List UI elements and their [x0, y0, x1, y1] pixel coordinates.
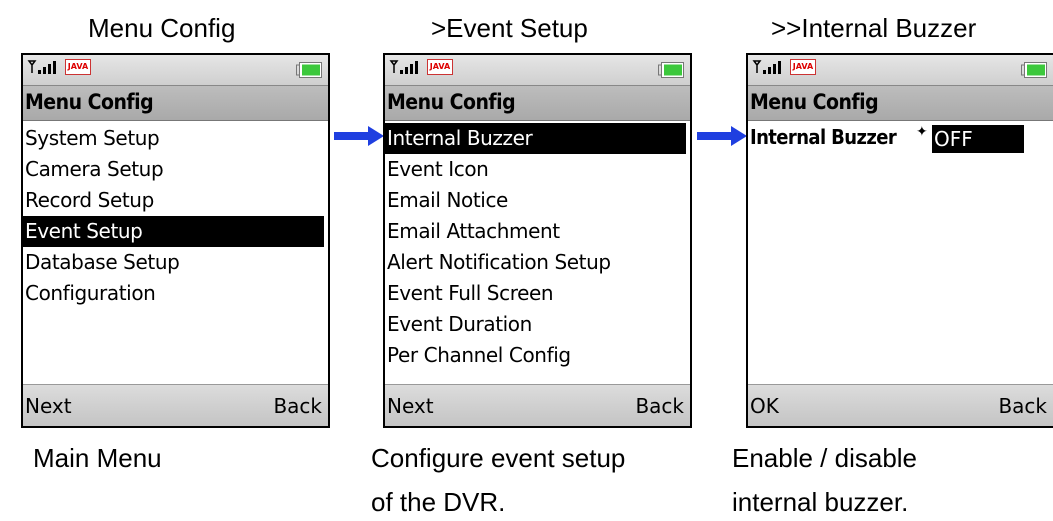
title-bar: Menu Config: [385, 85, 690, 121]
softkey-bar: OK Back: [748, 384, 1053, 426]
screen-2-description-line-1: Configure event setup: [371, 443, 626, 473]
title-bar: Menu Config: [23, 85, 328, 121]
screen-1-caption: Menu Config: [88, 13, 236, 43]
screen-title: Menu Config: [750, 90, 879, 114]
screen-2-description-line-2: of the DVR.: [371, 487, 506, 517]
next-softkey[interactable]: Next: [387, 394, 434, 418]
battery-icon: [658, 62, 684, 78]
java-icon: JAVA: [427, 59, 453, 75]
signal-icon: [27, 60, 56, 74]
arrow-right-icon: [334, 126, 384, 146]
menu-item-email-notice[interactable]: Email Notice: [385, 185, 690, 216]
arrow-right-icon: [697, 126, 747, 146]
menu-item-per-channel-config[interactable]: Per Channel Config: [385, 340, 690, 371]
phone-screen-3: JAVA Menu Config Internal Buzzer ✦ OFF O…: [746, 53, 1053, 428]
menu-item-system-setup[interactable]: System Setup: [23, 123, 328, 154]
back-softkey[interactable]: Back: [273, 394, 322, 418]
phone-screen-2: JAVA Menu Config Internal Buzzer Event I…: [383, 53, 692, 428]
battery-icon: [1021, 62, 1047, 78]
signal-icon: [389, 60, 418, 74]
screen-1-description: Main Menu: [33, 443, 162, 473]
status-bar: JAVA: [748, 55, 1053, 85]
menu-item-internal-buzzer[interactable]: Internal Buzzer: [385, 123, 686, 154]
field-label: Internal Buzzer: [750, 125, 897, 149]
menu-list: System Setup Camera Setup Record Setup E…: [23, 123, 328, 309]
next-softkey[interactable]: Next: [25, 394, 72, 418]
screen-title: Menu Config: [387, 90, 516, 114]
status-bar: JAVA: [385, 55, 690, 85]
internal-buzzer-select[interactable]: OFF: [932, 125, 1024, 153]
signal-icon: [752, 60, 781, 74]
status-bar: JAVA: [23, 55, 328, 85]
softkey-bar: Next Back: [23, 384, 328, 426]
internal-buzzer-field: Internal Buzzer ✦ OFF: [748, 123, 1053, 155]
selector-marker-icon: ✦: [916, 124, 928, 140]
softkey-bar: Next Back: [385, 384, 690, 426]
title-bar: Menu Config: [748, 85, 1053, 121]
java-icon: JAVA: [790, 59, 816, 75]
screen-title: Menu Config: [25, 90, 154, 114]
menu-list: Internal Buzzer Event Icon Email Notice …: [385, 123, 690, 371]
back-softkey[interactable]: Back: [635, 394, 684, 418]
menu-item-record-setup[interactable]: Record Setup: [23, 185, 328, 216]
back-softkey[interactable]: Back: [998, 394, 1047, 418]
menu-item-event-icon[interactable]: Event Icon: [385, 154, 690, 185]
menu-item-alert-notification-setup[interactable]: Alert Notification Setup: [385, 247, 690, 278]
screen-3-caption: >>Internal Buzzer: [771, 13, 977, 43]
menu-item-database-setup[interactable]: Database Setup: [23, 247, 328, 278]
menu-item-event-setup[interactable]: Event Setup: [23, 216, 324, 247]
phone-screen-1: JAVA Menu Config System Setup Camera Set…: [21, 53, 330, 428]
menu-item-camera-setup[interactable]: Camera Setup: [23, 154, 328, 185]
menu-item-configuration[interactable]: Configuration: [23, 278, 328, 309]
screen-2-caption: >Event Setup: [431, 13, 588, 43]
battery-icon: [296, 62, 322, 78]
screen-3-description-line-2: internal buzzer.: [732, 487, 909, 517]
ok-softkey[interactable]: OK: [750, 394, 779, 418]
screen-3-description-line-1: Enable / disable: [732, 443, 918, 473]
menu-item-event-full-screen[interactable]: Event Full Screen: [385, 278, 690, 309]
java-icon: JAVA: [65, 59, 91, 75]
menu-item-email-attachment[interactable]: Email Attachment: [385, 216, 690, 247]
menu-item-event-duration[interactable]: Event Duration: [385, 309, 690, 340]
